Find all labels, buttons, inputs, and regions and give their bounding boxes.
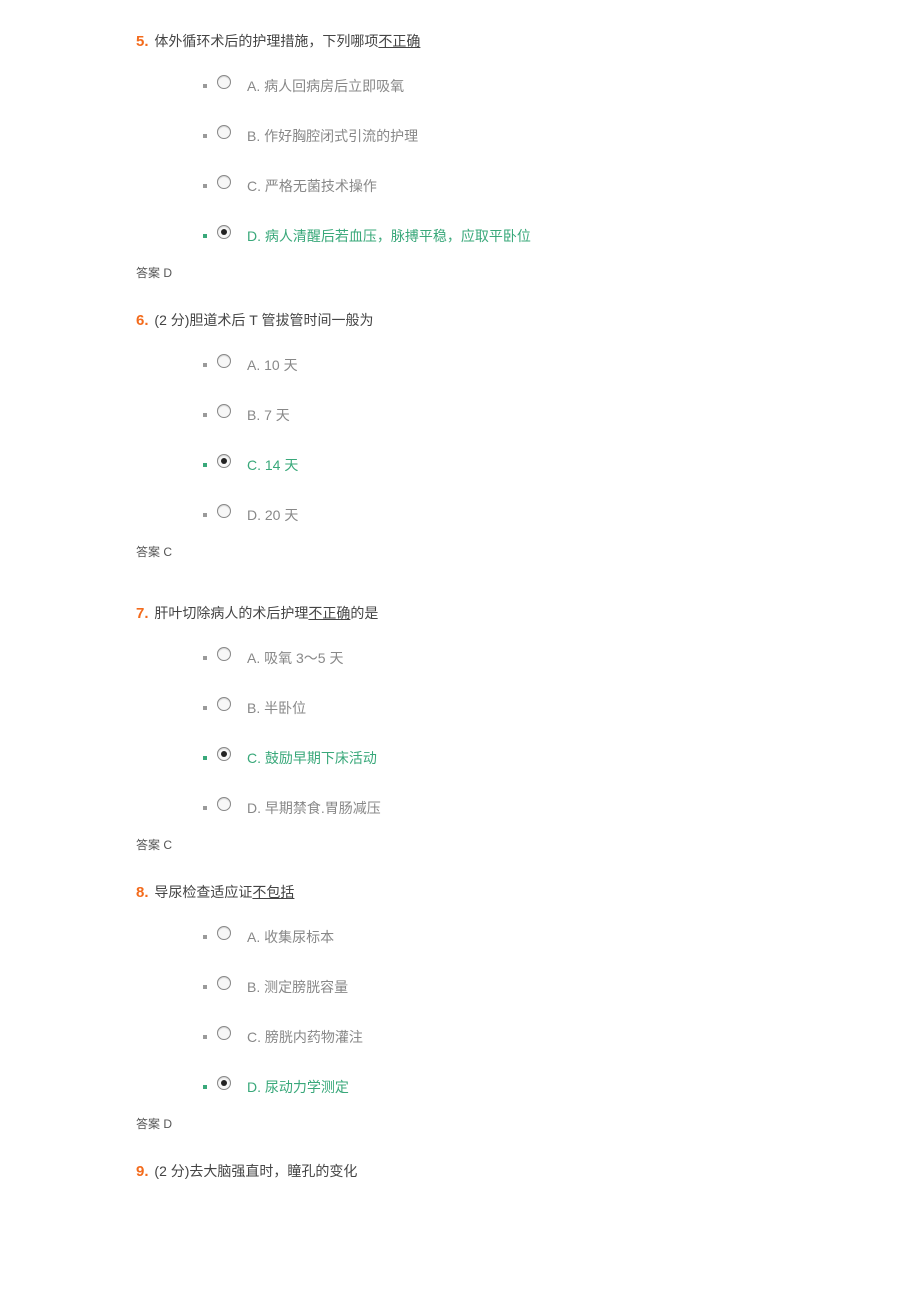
option-label: A. 吸氧 3～5 天 (247, 648, 343, 668)
bullet-icon (203, 935, 207, 939)
question-block: 7. 肝叶切除病人的术后护理不正确的是 A. 吸氧 3～5 天 B. 半卧位 C. 鼓… (136, 602, 920, 853)
question-number: 5. (136, 33, 149, 50)
question-number: 7. (136, 605, 149, 622)
question-stem: 6. (2 分)胆道术后 T 管拔管时间一般为 (136, 309, 920, 333)
radio-option[interactable] (217, 75, 231, 89)
option-label: D. 早期禁食.胃肠减压 (247, 798, 381, 818)
question-stem-underline: 不正确 (378, 33, 420, 49)
radio-option[interactable] (217, 647, 231, 661)
question-stem: 9. (2 分)去大脑强直时，瞳孔的变化 (136, 1160, 920, 1184)
answer-line: 答案 D (136, 1115, 920, 1132)
option-row: D. 病人清醒后若血压，脉搏平稳，应取平卧位 (203, 226, 920, 246)
bullet-icon (203, 184, 207, 188)
radio-option[interactable] (217, 125, 231, 139)
question-block: 9. (2 分)去大脑强直时，瞳孔的变化 (136, 1160, 920, 1184)
question-number: 8. (136, 884, 149, 901)
option-row: A. 10 天 (203, 355, 920, 375)
bullet-icon (203, 84, 207, 88)
question-stem: 7. 肝叶切除病人的术后护理不正确的是 (136, 602, 920, 626)
question-stem-pre: 体外循环术后的护理措施，下列哪项 (154, 33, 378, 49)
option-label: C. 严格无菌技术操作 (247, 176, 377, 196)
question-block: 6. (2 分)胆道术后 T 管拔管时间一般为 A. 10 天 B. 7 天 C. 1… (136, 309, 920, 560)
answer-line: 答案 D (136, 264, 920, 281)
radio-option[interactable] (217, 926, 231, 940)
radio-option[interactable] (217, 404, 231, 418)
question-block: 8. 导尿检查适应证不包括 A. 收集尿标本 B. 测定膀胱容量 C. 膀胱内药物灌注… (136, 881, 920, 1132)
option-row: B. 作好胸腔闭式引流的护理 (203, 126, 920, 146)
option-label: C. 膀胱内药物灌注 (247, 1027, 363, 1047)
option-row: A. 收集尿标本 (203, 927, 920, 947)
question-stem-post: 的是 (350, 605, 378, 621)
option-row: B. 半卧位 (203, 698, 920, 718)
bullet-icon (203, 134, 207, 138)
option-row: C. 鼓励早期下床活动 (203, 748, 920, 768)
bullet-icon (203, 234, 207, 238)
radio-option[interactable] (217, 175, 231, 189)
option-row: B. 7 天 (203, 405, 920, 425)
question-stem: 8. 导尿检查适应证不包括 (136, 881, 920, 905)
option-row: C. 14 天 (203, 455, 920, 475)
option-row: A. 吸氧 3～5 天 (203, 648, 920, 668)
bullet-icon (203, 756, 207, 760)
options-list: A. 收集尿标本 B. 测定膀胱容量 C. 膀胱内药物灌注 D. 尿动力学测定 (136, 927, 920, 1097)
bullet-icon (203, 806, 207, 810)
option-label: C. 鼓励早期下床活动 (247, 748, 377, 768)
radio-option[interactable] (217, 747, 231, 761)
option-row: B. 测定膀胱容量 (203, 977, 920, 997)
question-block: 5. 体外循环术后的护理措施，下列哪项不正确 A. 病人回病房后立即吸氧 B. 作好… (136, 30, 920, 281)
question-stem-pre: 导尿检查适应证 (154, 884, 252, 900)
option-label: A. 收集尿标本 (247, 927, 334, 947)
bullet-icon (203, 985, 207, 989)
option-label: B. 半卧位 (247, 698, 306, 718)
options-list: A. 吸氧 3～5 天 B. 半卧位 C. 鼓励早期下床活动 D. 早期禁食.胃肠减压 (136, 648, 920, 818)
option-label: D. 尿动力学测定 (247, 1077, 349, 1097)
bullet-icon (203, 363, 207, 367)
bullet-icon (203, 513, 207, 517)
option-row: D. 尿动力学测定 (203, 1077, 920, 1097)
option-label: D. 病人清醒后若血压，脉搏平稳，应取平卧位 (247, 226, 531, 246)
answer-line: 答案 C (136, 543, 920, 560)
radio-option[interactable] (217, 454, 231, 468)
option-label: A. 10 天 (247, 355, 298, 375)
question-stem-pre: 肝叶切除病人的术后护理 (154, 605, 308, 621)
question-stem-underline: 不包括 (252, 884, 294, 900)
question-number: 6. (136, 312, 149, 329)
page-root: 5. 体外循环术后的护理措施，下列哪项不正确A. 病人回病房后立即吸氧B. 作好… (0, 0, 920, 1236)
option-label: A. 病人回病房后立即吸氧 (247, 76, 404, 96)
answer-line: 答案 C (136, 836, 920, 853)
question-number: 9. (136, 1163, 149, 1180)
radio-option[interactable] (217, 504, 231, 518)
option-label: B. 测定膀胱容量 (247, 977, 348, 997)
radio-option[interactable] (217, 225, 231, 239)
bullet-icon (203, 706, 207, 710)
radio-option[interactable] (217, 1026, 231, 1040)
bullet-icon (203, 1085, 207, 1089)
option-row: A. 病人回病房后立即吸氧 (203, 76, 920, 96)
option-row: D. 20 天 (203, 505, 920, 525)
radio-option[interactable] (217, 1076, 231, 1090)
option-label: B. 7 天 (247, 405, 290, 425)
bullet-icon (203, 463, 207, 467)
option-row: C. 严格无菌技术操作 (203, 176, 920, 196)
radio-option[interactable] (217, 697, 231, 711)
question-stem-underline: 不正确 (308, 605, 350, 621)
question-stem: 5. 体外循环术后的护理措施，下列哪项不正确 (136, 30, 920, 54)
radio-option[interactable] (217, 976, 231, 990)
radio-option[interactable] (217, 354, 231, 368)
option-label: C. 14 天 (247, 455, 298, 475)
bullet-icon (203, 1035, 207, 1039)
question-stem-pre: (2 分)胆道术后 T 管拔管时间一般为 (154, 312, 373, 328)
option-row: C. 膀胱内药物灌注 (203, 1027, 920, 1047)
radio-option[interactable] (217, 797, 231, 811)
question-stem-pre: (2 分)去大脑强直时，瞳孔的变化 (154, 1163, 357, 1179)
bullet-icon (203, 656, 207, 660)
option-label: B. 作好胸腔闭式引流的护理 (247, 126, 418, 146)
option-label: D. 20 天 (247, 505, 298, 525)
bullet-icon (203, 413, 207, 417)
option-row: D. 早期禁食.胃肠减压 (203, 798, 920, 818)
options-list: A. 10 天 B. 7 天 C. 14 天 D. 20 天 (136, 355, 920, 525)
options-list: A. 病人回病房后立即吸氧 B. 作好胸腔闭式引流的护理 C. 严格无菌技术操作 D.… (136, 76, 920, 246)
